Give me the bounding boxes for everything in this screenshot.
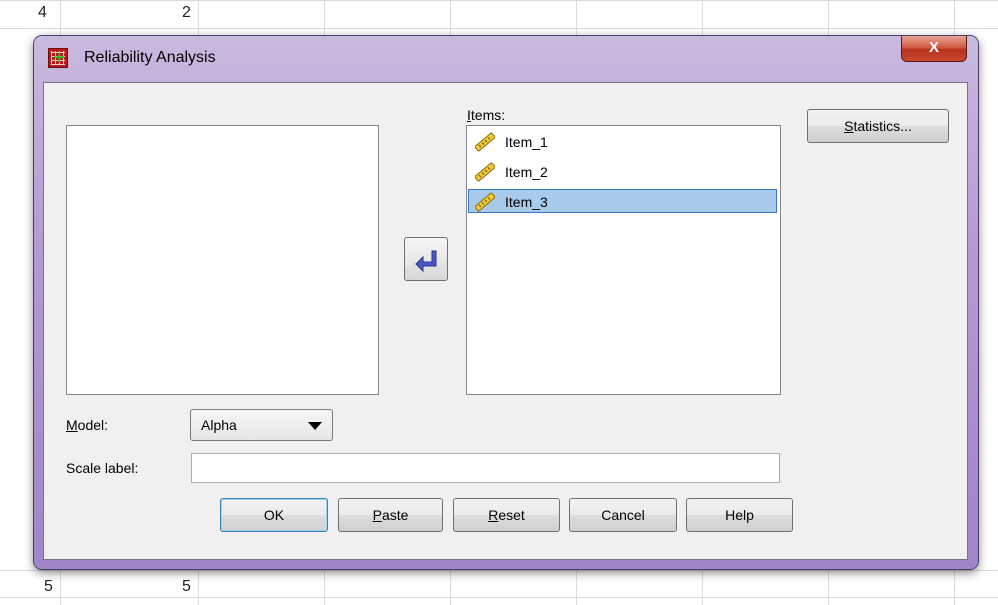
close-button[interactable]: X — [901, 36, 967, 62]
scale-label-input[interactable] — [191, 453, 780, 483]
items-label: Items: — [467, 107, 506, 123]
dialog-body: Items: Item_1 Item_2 Item_3 Statistics..… — [43, 82, 968, 560]
model-select-value: Alpha — [201, 417, 237, 433]
cell-value: 5 — [182, 578, 191, 595]
statistics-button[interactable]: Statistics... — [807, 109, 949, 143]
move-variable-button[interactable] — [404, 237, 448, 281]
list-item[interactable]: Item_1 — [469, 130, 778, 154]
chevron-down-icon — [308, 422, 322, 430]
item-label: Item_2 — [505, 164, 548, 180]
window-title: Reliability Analysis — [84, 49, 216, 66]
move-left-arrow-icon — [415, 250, 437, 273]
scale-label-label: Scale label: — [66, 460, 139, 476]
reset-button[interactable]: Reset — [453, 498, 560, 532]
source-variable-list[interactable] — [66, 125, 379, 395]
scale-ruler-icon — [475, 192, 495, 212]
paste-button[interactable]: Paste — [338, 498, 443, 532]
reliability-analysis-dialog: + Reliability Analysis X Items: Item_1 I… — [34, 36, 978, 569]
list-item[interactable]: Item_2 — [469, 160, 778, 184]
item-label: Item_3 — [505, 194, 548, 210]
scale-ruler-icon — [475, 162, 495, 182]
spss-app-icon: + — [48, 48, 68, 68]
cancel-button[interactable]: Cancel — [569, 498, 677, 532]
ok-button[interactable]: OK — [220, 498, 328, 532]
scale-ruler-icon — [475, 132, 495, 152]
list-item-selected[interactable]: Item_3 — [468, 189, 777, 213]
item-label: Item_1 — [505, 134, 548, 150]
items-list[interactable]: Item_1 Item_2 Item_3 — [466, 125, 781, 395]
cell-value: 4 — [38, 4, 47, 21]
cell-value: 5 — [44, 578, 53, 595]
cell-value: 2 — [182, 4, 191, 21]
close-icon: X — [928, 39, 939, 56]
title-bar[interactable]: + Reliability Analysis X — [34, 36, 978, 82]
help-button[interactable]: Help — [686, 498, 793, 532]
model-label: Model: — [66, 417, 109, 433]
model-select[interactable]: Alpha — [190, 409, 333, 441]
